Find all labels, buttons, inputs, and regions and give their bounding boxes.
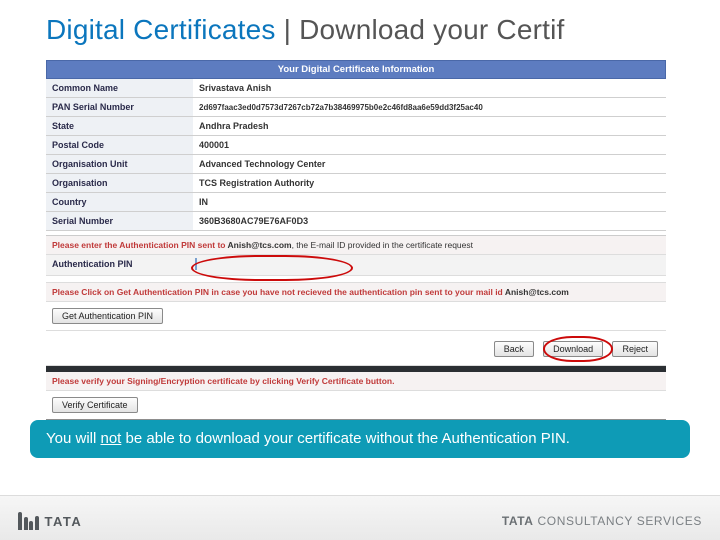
field-value: 360B3680AC79E76AF0D3	[193, 212, 666, 231]
auth-pin-label: Authentication PIN	[52, 259, 177, 269]
field-value: IN	[193, 193, 666, 212]
title-part2: Download your Certif	[299, 14, 564, 45]
get-authentication-pin-button[interactable]: Get Authentication PIN	[52, 308, 163, 324]
instruction-email: Anish@tcs.com	[228, 240, 292, 250]
table-row: Common NameSrivastava Anish	[46, 79, 666, 98]
panel-banner: Your Digital Certificate Information	[46, 60, 666, 79]
field-value: 400001	[193, 136, 666, 155]
field-label: PAN Serial Number	[46, 98, 193, 117]
table-row: Organisation UnitAdvanced Technology Cen…	[46, 155, 666, 174]
verify-certificate-button[interactable]: Verify Certificate	[52, 397, 138, 413]
title-part1: Digital Certificates	[46, 14, 276, 45]
table-row: CountryIN	[46, 193, 666, 212]
auth-pin-input[interactable]	[195, 258, 197, 270]
tip-pre: You will	[46, 430, 100, 447]
table-row: OrganisationTCS Registration Authority	[46, 174, 666, 193]
field-value: Srivastava Anish	[193, 79, 666, 98]
field-label: Postal Code	[46, 136, 193, 155]
table-row: PAN Serial Number2d697faac3ed0d7573d7267…	[46, 98, 666, 117]
brand-tata: TATA	[502, 514, 534, 528]
tip-underlined: not	[100, 430, 121, 447]
auth-pin-row: Authentication PIN	[46, 255, 666, 276]
certificate-info-panel: Your Digital Certificate Information Com…	[46, 60, 666, 420]
page-title: Digital Certificates | Download your Cer…	[0, 0, 720, 56]
action-bar: Back Download Reject	[46, 331, 666, 366]
field-label: Organisation Unit	[46, 155, 193, 174]
instruction-prefix: Please Click on Get Authentication PIN i…	[52, 287, 505, 297]
back-button[interactable]: Back	[494, 341, 534, 357]
download-button[interactable]: Download	[543, 341, 603, 357]
certificate-info-table: Common NameSrivastava Anish PAN Serial N…	[46, 79, 666, 231]
field-label: Organisation	[46, 174, 193, 193]
field-label: Country	[46, 193, 193, 212]
auth-pin-instruction: Please enter the Authentication PIN sent…	[46, 236, 666, 255]
tip-banner: You will not be able to download your ce…	[30, 420, 690, 458]
brand-consultancy: CONSULTANCY	[534, 514, 637, 528]
field-value: Andhra Pradesh	[193, 117, 666, 136]
get-pin-instruction: Please Click on Get Authentication PIN i…	[46, 283, 666, 302]
tip-post: be able to download your certificate wit…	[121, 430, 570, 447]
footer-brand: TATA CONSULTANCY SERVICES	[502, 514, 702, 528]
instruction-suffix: , the E-mail ID provided in the certific…	[292, 240, 473, 250]
brand-services: SERVICES	[637, 514, 702, 528]
reject-button[interactable]: Reject	[612, 341, 658, 357]
get-pin-button-row: Get Authentication PIN	[46, 302, 666, 331]
field-value: 2d697faac3ed0d7573d7267cb72a7b38469975b0…	[193, 98, 666, 117]
footer: TATA TATA CONSULTANCY SERVICES	[0, 495, 720, 540]
tata-logo-text: TATA	[45, 514, 83, 529]
verify-instruction: Please verify your Signing/Encryption ce…	[46, 372, 666, 391]
field-label: State	[46, 117, 193, 136]
table-row: Postal Code400001	[46, 136, 666, 155]
table-row: StateAndhra Pradesh	[46, 117, 666, 136]
field-value: Advanced Technology Center	[193, 155, 666, 174]
divider	[46, 276, 666, 283]
verify-instruction-text: Please verify your Signing/Encryption ce…	[52, 376, 394, 386]
instruction-prefix: Please enter the Authentication PIN sent…	[52, 240, 228, 250]
field-value: TCS Registration Authority	[193, 174, 666, 193]
title-sep: |	[276, 14, 299, 45]
field-label: Common Name	[46, 79, 193, 98]
footer-left: TATA	[18, 512, 82, 530]
table-row: Serial Number360B3680AC79E76AF0D3	[46, 212, 666, 231]
field-label: Serial Number	[46, 212, 193, 231]
tata-logo-icon	[18, 512, 39, 530]
verify-button-row: Verify Certificate	[46, 391, 666, 420]
instruction-email: Anish@tcs.com	[505, 287, 569, 297]
